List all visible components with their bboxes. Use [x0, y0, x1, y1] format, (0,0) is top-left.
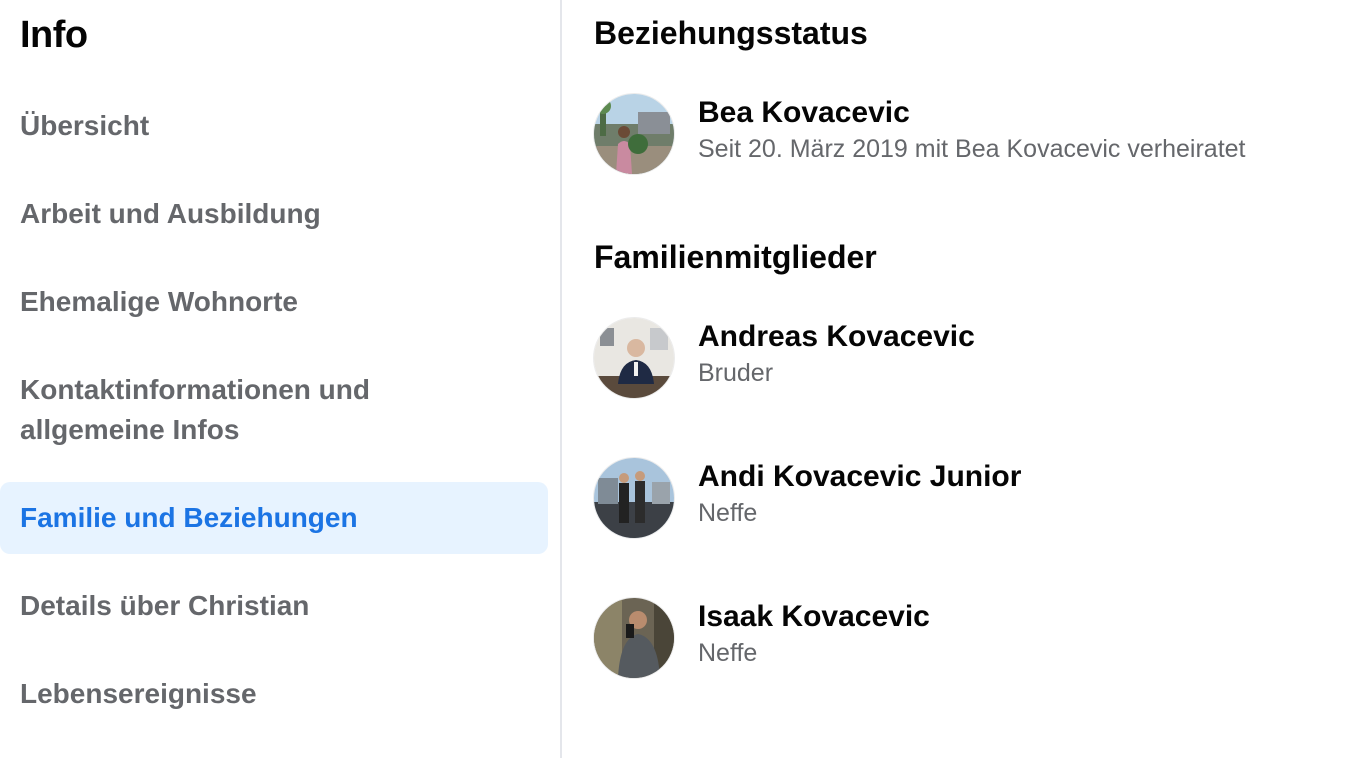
family-member-name[interactable]: Andi Kovacevic Junior — [698, 460, 1021, 494]
nav-item-label: Details über Christian — [20, 590, 310, 621]
family-member-relation: Bruder — [698, 359, 774, 387]
avatar-photo-icon — [594, 598, 674, 678]
relationship-detail: Seit 20. März 2019 mit Bea Kovacevic ver… — [698, 135, 1246, 163]
family-member-row: Isaak Kovacevic Neffe — [594, 598, 1334, 678]
family-member-name[interactable]: Isaak Kovacevic — [698, 600, 930, 634]
family-member-name[interactable]: Andreas Kovacevic — [698, 320, 975, 354]
nav-item-overview[interactable]: Übersicht — [0, 106, 548, 146]
relationship-entry: Bea Kovacevic Seit 20. März 2019 mit Bea… — [594, 94, 1334, 174]
nav-item-label: Kontaktinformationen und — [20, 374, 370, 405]
nav-item-label: Arbeit und Ausbildung — [20, 198, 321, 229]
nav-item-family-relationships[interactable]: Familie und Beziehungen — [0, 482, 548, 554]
main-content: Beziehungsstatus Bea Kovacevic Seit 20. … — [594, 0, 1334, 758]
nav-item-details[interactable]: Details über Christian — [0, 586, 548, 626]
sidebar-title: Info — [20, 14, 88, 56]
nav-item-life-events[interactable]: Lebensereignisse — [0, 674, 548, 714]
family-member-relation: Neffe — [698, 499, 758, 527]
family-member-row: Andi Kovacevic Junior Neffe — [594, 458, 1334, 538]
nav-item-label: Ehemalige Wohnorte — [20, 286, 298, 317]
avatar[interactable] — [594, 318, 674, 398]
nav-item-label: Familie und Beziehungen — [20, 502, 358, 533]
sidebar-divider — [560, 0, 562, 758]
avatar-photo-icon — [594, 94, 674, 174]
nav-item-label-line2: allgemeine Infos — [20, 414, 240, 445]
family-section-title: Familienmitglieder — [594, 239, 877, 275]
avatar[interactable] — [594, 94, 674, 174]
family-member-row: Andreas Kovacevic Bruder — [594, 318, 1334, 398]
avatar[interactable] — [594, 458, 674, 538]
avatar-photo-icon — [594, 318, 674, 398]
relationship-partner-name[interactable]: Bea Kovacevic — [698, 96, 910, 130]
nav-item-label: Lebensereignisse — [20, 678, 257, 709]
family-member-relation: Neffe — [698, 639, 758, 667]
nav-item-label: Übersicht — [20, 110, 150, 141]
nav-item-places-lived[interactable]: Ehemalige Wohnorte — [0, 282, 548, 322]
profile-info-page: Info Übersicht Arbeit und Ausbildung Ehe… — [0, 0, 1356, 758]
nav-item-contact-info[interactable]: Kontaktinformationen und allgemeine Info… — [0, 370, 548, 450]
info-sidebar: Info Übersicht Arbeit und Ausbildung Ehe… — [0, 0, 560, 758]
nav-item-work-education[interactable]: Arbeit und Ausbildung — [0, 194, 548, 234]
relationship-section-title: Beziehungsstatus — [594, 15, 868, 51]
avatar[interactable] — [594, 598, 674, 678]
avatar-photo-icon — [594, 458, 674, 538]
